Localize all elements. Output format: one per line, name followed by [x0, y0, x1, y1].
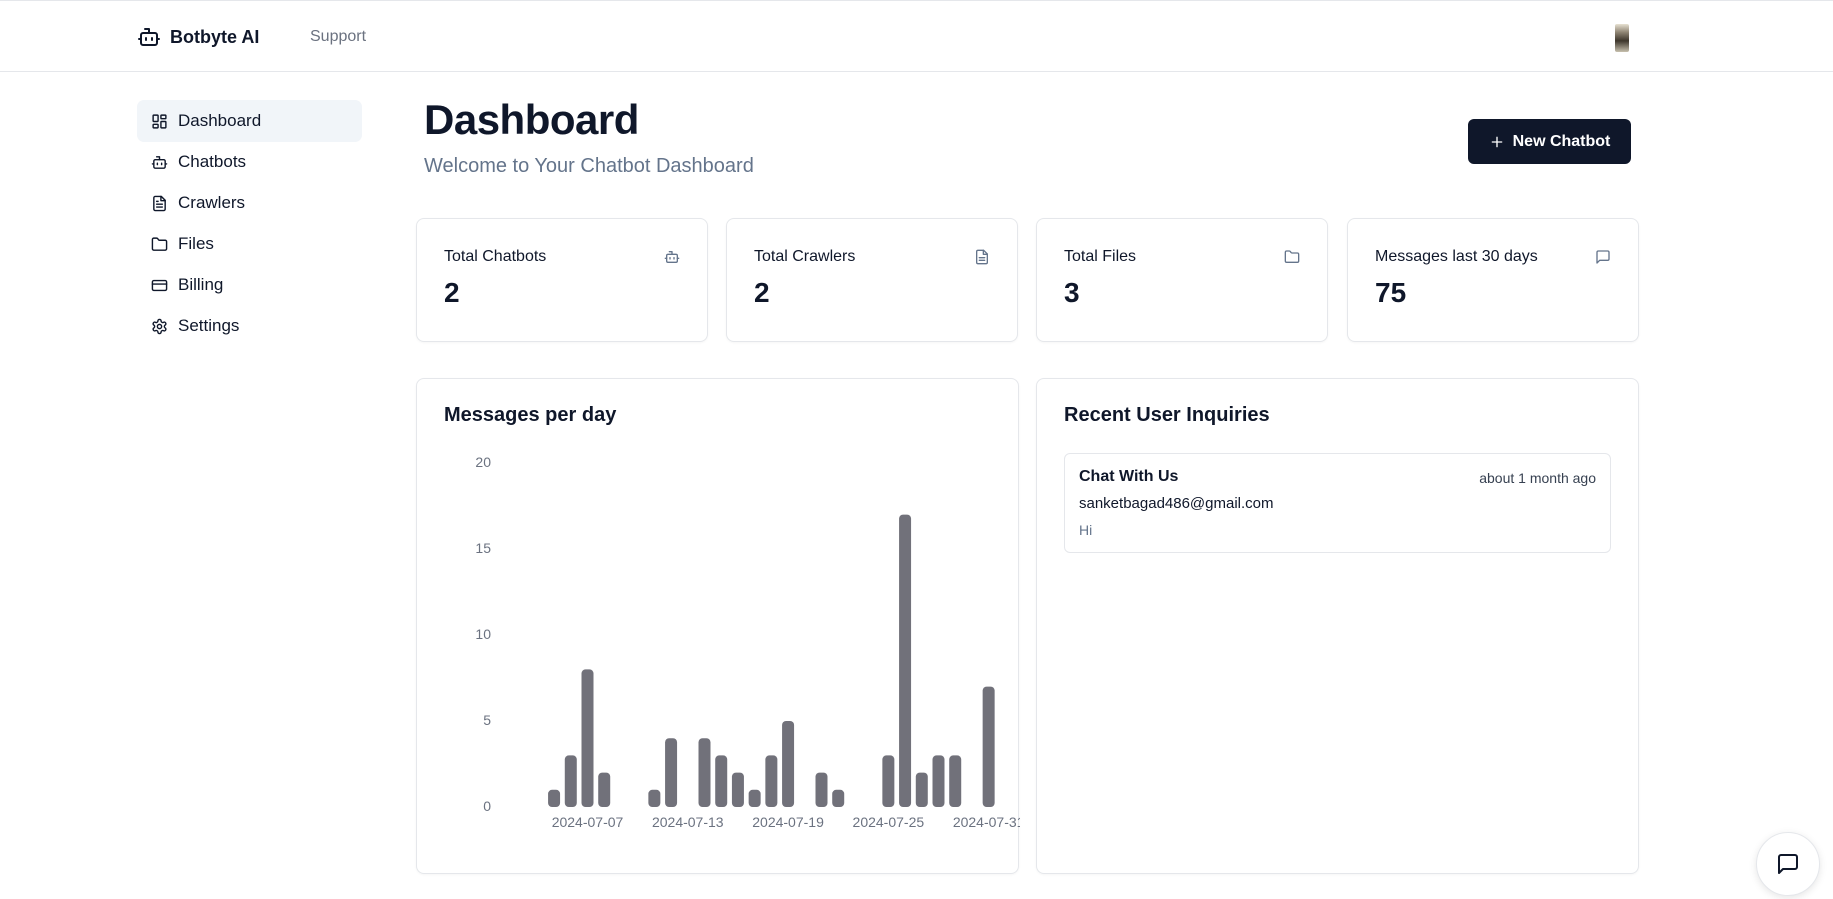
- stat-label: Total Files: [1064, 248, 1137, 265]
- messages-chart-panel: Messages per day 0 5 10 15 20 2024-07-07 2024-…: [416, 378, 1020, 874]
- stat-card-messages: Messages last 30 days 75: [1347, 218, 1639, 342]
- sidebar-item-dashboard[interactable]: Dashboard: [137, 100, 362, 142]
- chart-bar[interactable]: [715, 755, 728, 807]
- y-tick-label: 5: [483, 712, 491, 728]
- gear-icon: [150, 317, 168, 335]
- chart-bar[interactable]: [949, 755, 962, 807]
- messages-bar-chart: 0 5 10 15 20 2024-07-07 2024-07-13 2024-07-19 20…: [475, 454, 1020, 830]
- chart-bar[interactable]: [598, 772, 611, 807]
- sidebar-item-label: Files: [178, 234, 214, 253]
- chart-bar[interactable]: [665, 738, 678, 807]
- chart-bar[interactable]: [698, 738, 711, 807]
- stat-card-crawlers: Total Crawlers 2: [726, 218, 1018, 342]
- stat-label: Messages last 30 days: [1375, 248, 1538, 265]
- stat-value: 3: [1064, 277, 1080, 308]
- y-tick-label: 15: [475, 540, 491, 556]
- avatar[interactable]: [1615, 24, 1629, 52]
- x-tick-label: 2024-07-19: [752, 814, 824, 830]
- sidebar-item-label: Chatbots: [178, 152, 247, 171]
- chart-bar[interactable]: [982, 686, 995, 807]
- sidebar-item-billing[interactable]: Billing: [137, 264, 362, 306]
- chart-bar[interactable]: [932, 755, 945, 807]
- file-icon: [974, 249, 990, 265]
- y-tick-label: 0: [483, 798, 491, 814]
- x-tick-label: 2024-07-13: [652, 814, 724, 830]
- sidebar-item-label: Dashboard: [178, 111, 262, 130]
- credit-card-icon: [150, 276, 168, 294]
- stat-value: 2: [444, 277, 460, 308]
- sidebar-item-crawlers[interactable]: Crawlers: [137, 182, 362, 224]
- chart-bar[interactable]: [915, 772, 928, 807]
- chart-bar[interactable]: [548, 789, 561, 807]
- message-icon: [1595, 249, 1611, 265]
- plus-icon: [1489, 134, 1505, 150]
- sidebar: Dashboard Chatbots Crawlers Files Billin…: [137, 100, 362, 346]
- inquiry-item[interactable]: Chat With Us about 1 month ago sanketbag…: [1064, 453, 1611, 553]
- chart-bar[interactable]: [782, 721, 795, 807]
- chat-widget-button[interactable]: [1756, 832, 1820, 896]
- stat-card-chatbots: Total Chatbots 2: [416, 218, 708, 342]
- new-chatbot-button[interactable]: New Chatbot: [1468, 119, 1631, 164]
- file-icon: [150, 194, 168, 212]
- x-tick-label: 2024-07-07: [552, 814, 624, 830]
- y-tick-label: 20: [475, 454, 491, 470]
- chart-bar[interactable]: [899, 514, 912, 807]
- y-tick-label: 10: [475, 626, 491, 642]
- sidebar-item-settings[interactable]: Settings: [137, 305, 362, 347]
- top-bar: Botbyte AI Support: [0, 0, 1833, 72]
- page-title: Dashboard: [424, 96, 639, 143]
- message-icon: [1776, 852, 1800, 876]
- chart-bar[interactable]: [731, 772, 744, 807]
- inquiry-timestamp: about 1 month ago: [1479, 470, 1596, 486]
- chart-bar[interactable]: [748, 789, 761, 807]
- stat-value: 2: [754, 277, 770, 308]
- stat-value: 75: [1375, 277, 1407, 308]
- inquiry-chatbot-name: Chat With Us: [1079, 468, 1179, 485]
- sidebar-item-files[interactable]: Files: [137, 223, 362, 265]
- bot-icon: [150, 153, 168, 171]
- chart-bar[interactable]: [882, 755, 895, 807]
- panel-title: Recent User Inquiries: [1064, 404, 1270, 426]
- sidebar-item-label: Crawlers: [178, 193, 246, 212]
- x-tick-label: 2024-07-31: [953, 814, 1020, 830]
- stat-label: Total Chatbots: [444, 248, 547, 265]
- folder-icon: [150, 235, 168, 253]
- chart-bar[interactable]: [581, 669, 594, 807]
- support-link[interactable]: Support: [310, 28, 366, 46]
- chart-bar[interactable]: [832, 789, 845, 807]
- dashboard-icon: [150, 112, 168, 130]
- sidebar-item-chatbots[interactable]: Chatbots: [137, 141, 362, 183]
- chart-bar[interactable]: [648, 789, 661, 807]
- brand-logo[interactable]: Botbyte AI: [137, 25, 259, 49]
- stat-card-files: Total Files 3: [1036, 218, 1328, 342]
- page-subtitle: Welcome to Your Chatbot Dashboard: [424, 155, 754, 177]
- recent-inquiries-panel: Recent User Inquiries Chat With Us about…: [1036, 378, 1639, 874]
- chart-bar[interactable]: [564, 755, 577, 807]
- sidebar-item-label: Settings: [178, 316, 240, 335]
- inquiry-email: sanketbagad486@gmail.com: [1079, 495, 1274, 512]
- folder-icon: [1284, 249, 1300, 265]
- bot-icon: [137, 25, 161, 49]
- brand-name: Botbyte AI: [170, 26, 260, 47]
- bot-icon: [664, 249, 680, 265]
- chart-bar[interactable]: [765, 755, 778, 807]
- stat-label: Total Crawlers: [754, 248, 856, 265]
- sidebar-item-label: Billing: [178, 275, 224, 294]
- new-chatbot-label: New Chatbot: [1512, 132, 1611, 150]
- chart-bar[interactable]: [815, 772, 828, 807]
- x-tick-label: 2024-07-25: [853, 814, 925, 830]
- inquiry-message: Hi: [1079, 522, 1093, 538]
